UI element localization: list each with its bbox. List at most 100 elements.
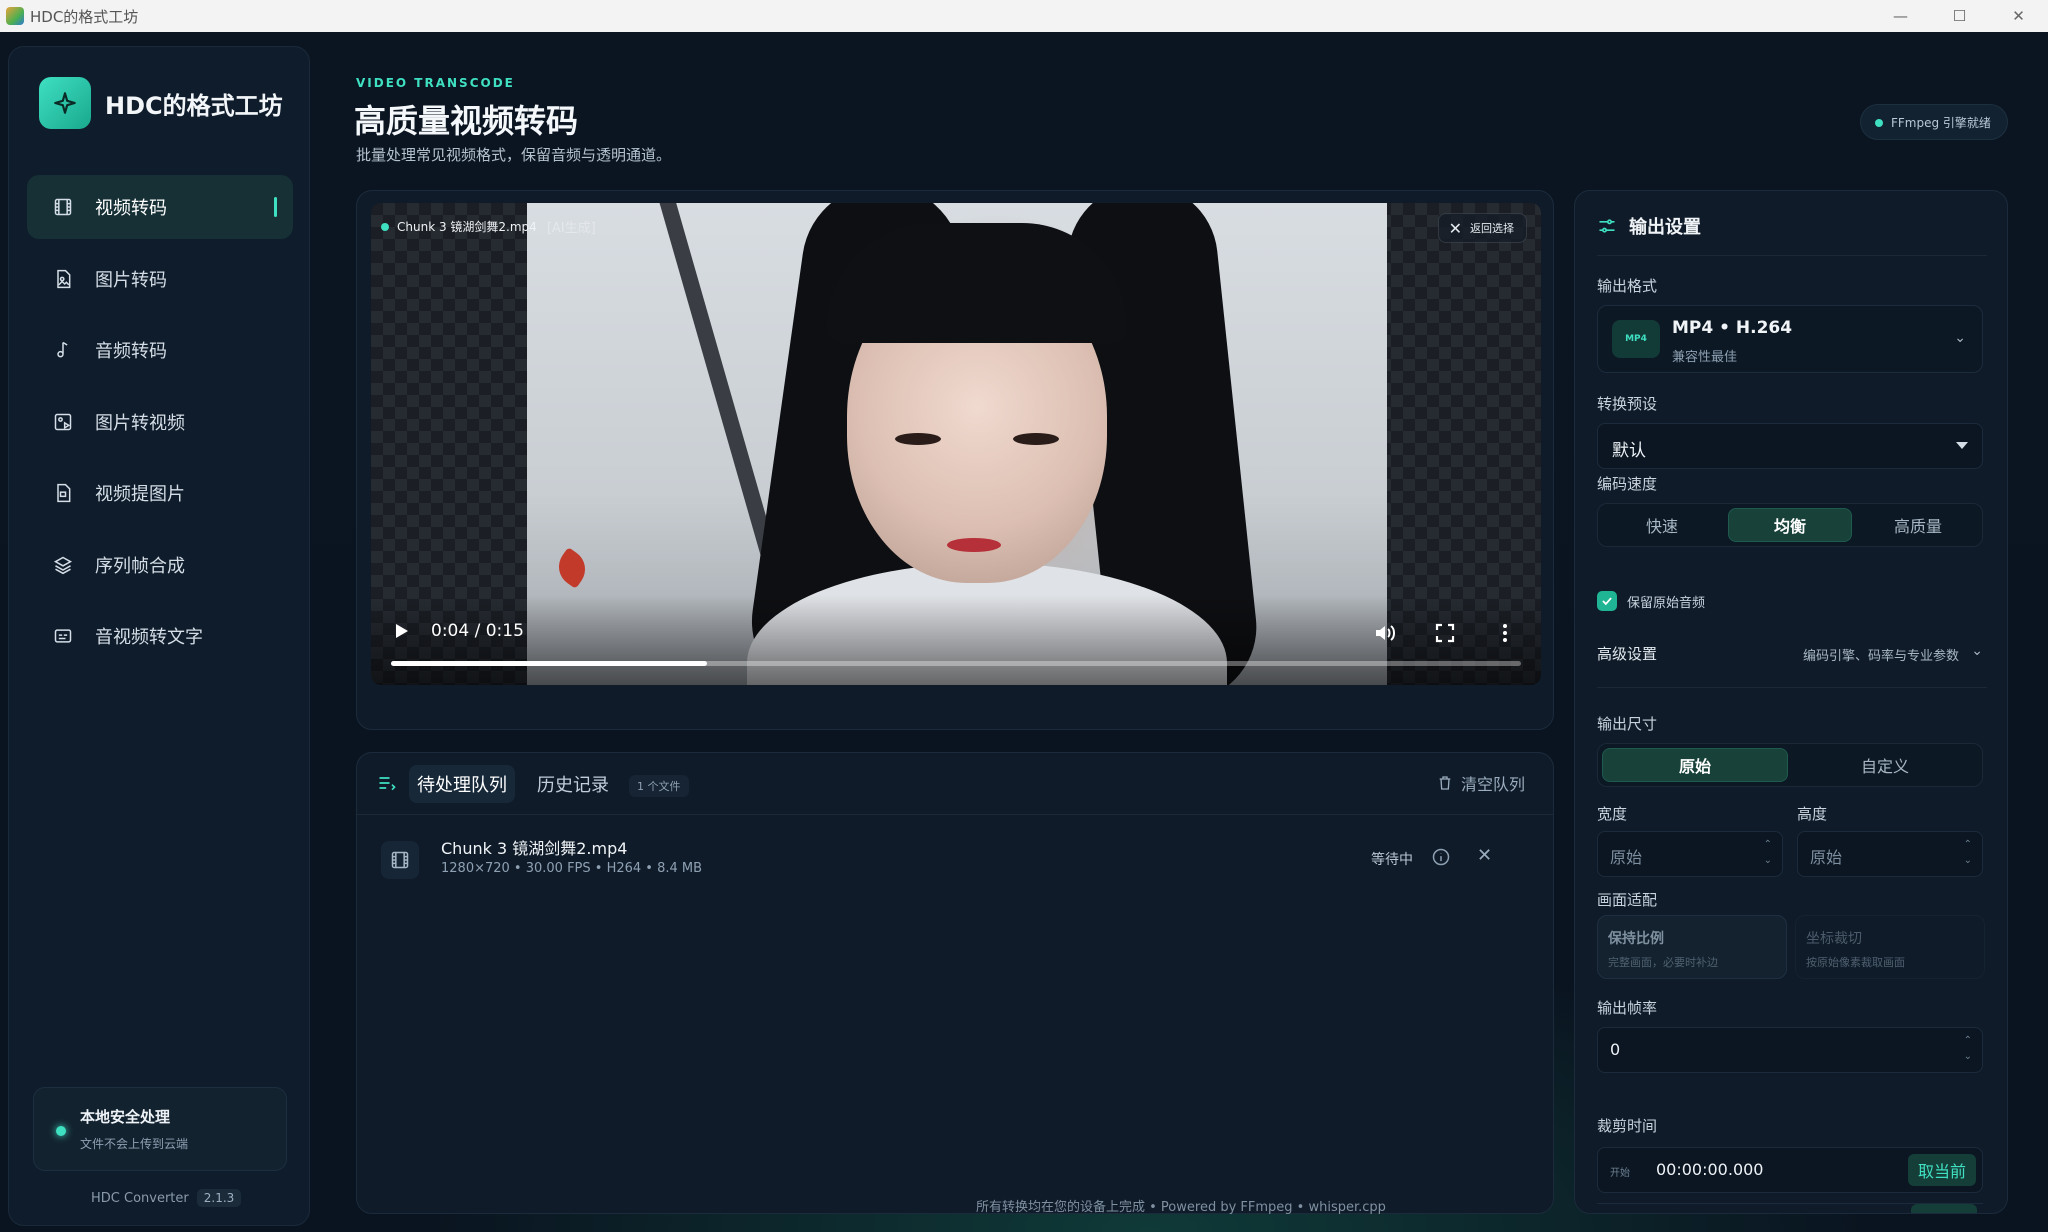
- trim-label: 裁剪时间: [1597, 1117, 1658, 1135]
- sidebar-item-image-transcode[interactable]: 图片转码: [27, 247, 293, 311]
- page-eyebrow: VIDEO TRANSCODE: [356, 76, 515, 90]
- queue-item-status: 等待中: [1371, 852, 1413, 868]
- app-root: HDC的格式工坊 视频转码 图片转码 音频转码 图片转视频 视频提图片 序列帧合…: [0, 32, 2048, 1232]
- frame-bangs: [827, 223, 1127, 343]
- remove-item-close-icon[interactable]: ✕: [1477, 845, 1492, 866]
- sidebar-item-video-transcode[interactable]: 视频转码: [27, 175, 293, 239]
- chevron-down-icon: ⌄: [1971, 643, 1983, 659]
- preset-value: 默认: [1612, 441, 1646, 461]
- frame-eye-left: [895, 433, 941, 445]
- window-titlebar: HDC的格式工坊 — ☐ ✕: [0, 0, 2048, 32]
- trim-end-input[interactable]: [1597, 1203, 1983, 1213]
- back-to-select-button[interactable]: ✕ 返回选择: [1437, 213, 1527, 243]
- video-preview-card: Chunk 3 镜湖剑舞2.mp4 [AI生成] ✕ 返回选择 0:04 / 0…: [356, 190, 1554, 730]
- volume-icon[interactable]: [1373, 621, 1397, 645]
- sidebar-item-sequence-compose[interactable]: 序列帧合成: [27, 533, 293, 597]
- tab-pending-queue[interactable]: 待处理队列: [409, 765, 515, 803]
- size-label: 输出尺寸: [1597, 715, 1658, 733]
- frame-leaf: [551, 547, 593, 589]
- output-format-select[interactable]: MP4 MP4 • H.264 兼容性最佳 ⌄: [1597, 305, 1983, 373]
- use-current-time-button-peek[interactable]: [1911, 1204, 1977, 1213]
- clear-queue-button[interactable]: 清空队列: [1437, 771, 1525, 795]
- sidebar-item-label: 图片转码: [95, 269, 167, 291]
- music-note-icon: [51, 338, 75, 362]
- info-icon[interactable]: [1431, 847, 1451, 867]
- use-current-time-button[interactable]: 取当前: [1907, 1154, 1976, 1186]
- fps-input[interactable]: 0 ⌃ ⌄: [1597, 1027, 1983, 1073]
- keep-audio-checkbox[interactable]: 保留原始音频: [1597, 591, 1705, 611]
- fit-option-title: 坐标裁切: [1806, 931, 1862, 947]
- size-segmented-control: 原始 自定义: [1597, 743, 1983, 787]
- brand-name: HDC的格式工坊: [105, 91, 283, 120]
- ai-generated-tag: [AI生成]: [546, 221, 596, 236]
- fit-option-subtitle: 完整画面，必要时补边: [1608, 956, 1718, 969]
- queue-item[interactable]: Chunk 3 镜湖剑舞2.mp4 1280×720 • 30.00 FPS •…: [381, 831, 1531, 891]
- size-option-custom[interactable]: 自定义: [1792, 748, 1978, 782]
- video-player[interactable]: Chunk 3 镜湖剑舞2.mp4 [AI生成] ✕ 返回选择 0:04 / 0…: [371, 203, 1541, 685]
- sidebar-item-image-to-video[interactable]: 图片转视频: [27, 390, 293, 454]
- window-title: HDC的格式工坊: [30, 7, 139, 26]
- subtitles-icon: [51, 624, 75, 648]
- height-input[interactable]: 原始 ⌃ ⌄: [1797, 831, 1983, 877]
- file-count-badge: 1 个文件: [629, 775, 689, 797]
- sidebar-item-audio-transcode[interactable]: 音频转码: [27, 318, 293, 382]
- keep-audio-label: 保留原始音频: [1627, 595, 1706, 611]
- speed-option-quality[interactable]: 高质量: [1858, 508, 1978, 542]
- frame-lip: [947, 538, 1001, 552]
- fit-option-crop[interactable]: 坐标裁切 按原始像素裁取画面: [1795, 915, 1985, 979]
- format-title: MP4 • H.264: [1672, 318, 1793, 338]
- advanced-desc: 编码引擎、码率与专业参数: [1802, 649, 1959, 664]
- stepper-icon[interactable]: ⌃ ⌄: [1964, 837, 1972, 869]
- queue-item-meta: 1280×720 • 30.00 FPS • H264 • 8.4 MB: [441, 861, 703, 876]
- file-tag: Chunk 3 镜湖剑舞2.mp4 [AI生成]: [381, 217, 596, 236]
- sidebar-item-label: 视频提图片: [95, 484, 185, 505]
- format-subtitle: 兼容性最佳: [1672, 350, 1738, 365]
- speed-option-balanced[interactable]: 均衡: [1728, 508, 1852, 542]
- speed-option-fast[interactable]: 快速: [1602, 508, 1722, 542]
- trim-start-prefix: 开始: [1610, 1168, 1630, 1179]
- safe-subtitle: 文件不会上传到云端: [80, 1137, 189, 1151]
- sidebar-item-video-to-image[interactable]: 视频提图片: [27, 461, 293, 525]
- film-icon: [381, 841, 419, 879]
- speed-label: 编码速度: [1597, 475, 1658, 493]
- fullscreen-icon[interactable]: [1433, 621, 1457, 645]
- version-name: HDC Converter: [91, 1190, 189, 1206]
- playback-progress[interactable]: [391, 661, 1521, 666]
- sidebar-item-speech-to-text[interactable]: 音视频转文字: [27, 604, 293, 668]
- version-badge: 2.1.3: [196, 1189, 242, 1207]
- fit-option-keep-ratio[interactable]: 保持比例 完整画面，必要时补边: [1597, 915, 1787, 979]
- preset-select[interactable]: 默认: [1597, 423, 1983, 469]
- close-window-button[interactable]: ✕: [1989, 0, 2048, 32]
- engine-status-badge: FFmpeg 引擎就绪: [1860, 104, 2008, 140]
- film-icon: [51, 195, 75, 219]
- stepper-icon[interactable]: ⌃ ⌄: [1964, 1033, 1972, 1065]
- sidebar-item-label: 音频转码: [95, 341, 167, 362]
- format-label: 输出格式: [1597, 277, 1658, 295]
- height-label: 高度: [1797, 805, 1828, 823]
- width-value: 原始: [1610, 848, 1643, 867]
- advanced-settings-toggle[interactable]: 高级设置 编码引擎、码率与专业参数 ⌄: [1597, 643, 1983, 669]
- fit-option-subtitle: 按原始像素裁取画面: [1806, 956, 1905, 969]
- footer-note: 所有转换均在您的设备上完成 • Powered by FFmpeg • whis…: [976, 1200, 1386, 1215]
- height-value: 原始: [1810, 848, 1843, 867]
- more-vertical-icon[interactable]: [1493, 621, 1517, 645]
- fit-label: 画面适配: [1597, 891, 1658, 909]
- queue-card: 待处理队列 历史记录 1 个文件 清空队列 Chunk 3 镜湖剑舞2.mp4 …: [356, 752, 1554, 1214]
- size-option-original[interactable]: 原始: [1602, 748, 1788, 782]
- tab-history[interactable]: 历史记录: [529, 765, 617, 803]
- maximize-button[interactable]: ☐: [1930, 0, 1989, 32]
- play-icon[interactable]: [391, 621, 411, 641]
- trim-start-input[interactable]: 开始 00:00:00.000 取当前: [1597, 1147, 1983, 1193]
- sidebar-item-label: 图片转视频: [95, 412, 185, 434]
- image-to-video-icon: [51, 410, 75, 434]
- minimize-button[interactable]: —: [1871, 0, 1930, 32]
- local-safe-card: 本地安全处理 文件不会上传到云端: [33, 1087, 287, 1171]
- fit-option-title: 保持比例: [1608, 931, 1664, 947]
- divider: [1597, 687, 1987, 688]
- fps-value: 0: [1610, 1040, 1621, 1059]
- sidebar-item-label: 序列帧合成: [95, 555, 185, 577]
- queue-item-name: Chunk 3 镜湖剑舞2.mp4: [441, 839, 628, 858]
- width-input[interactable]: 原始 ⌃ ⌄: [1597, 831, 1783, 877]
- page-title: 高质量视频转码: [354, 102, 579, 140]
- stepper-icon[interactable]: ⌃ ⌄: [1764, 837, 1772, 869]
